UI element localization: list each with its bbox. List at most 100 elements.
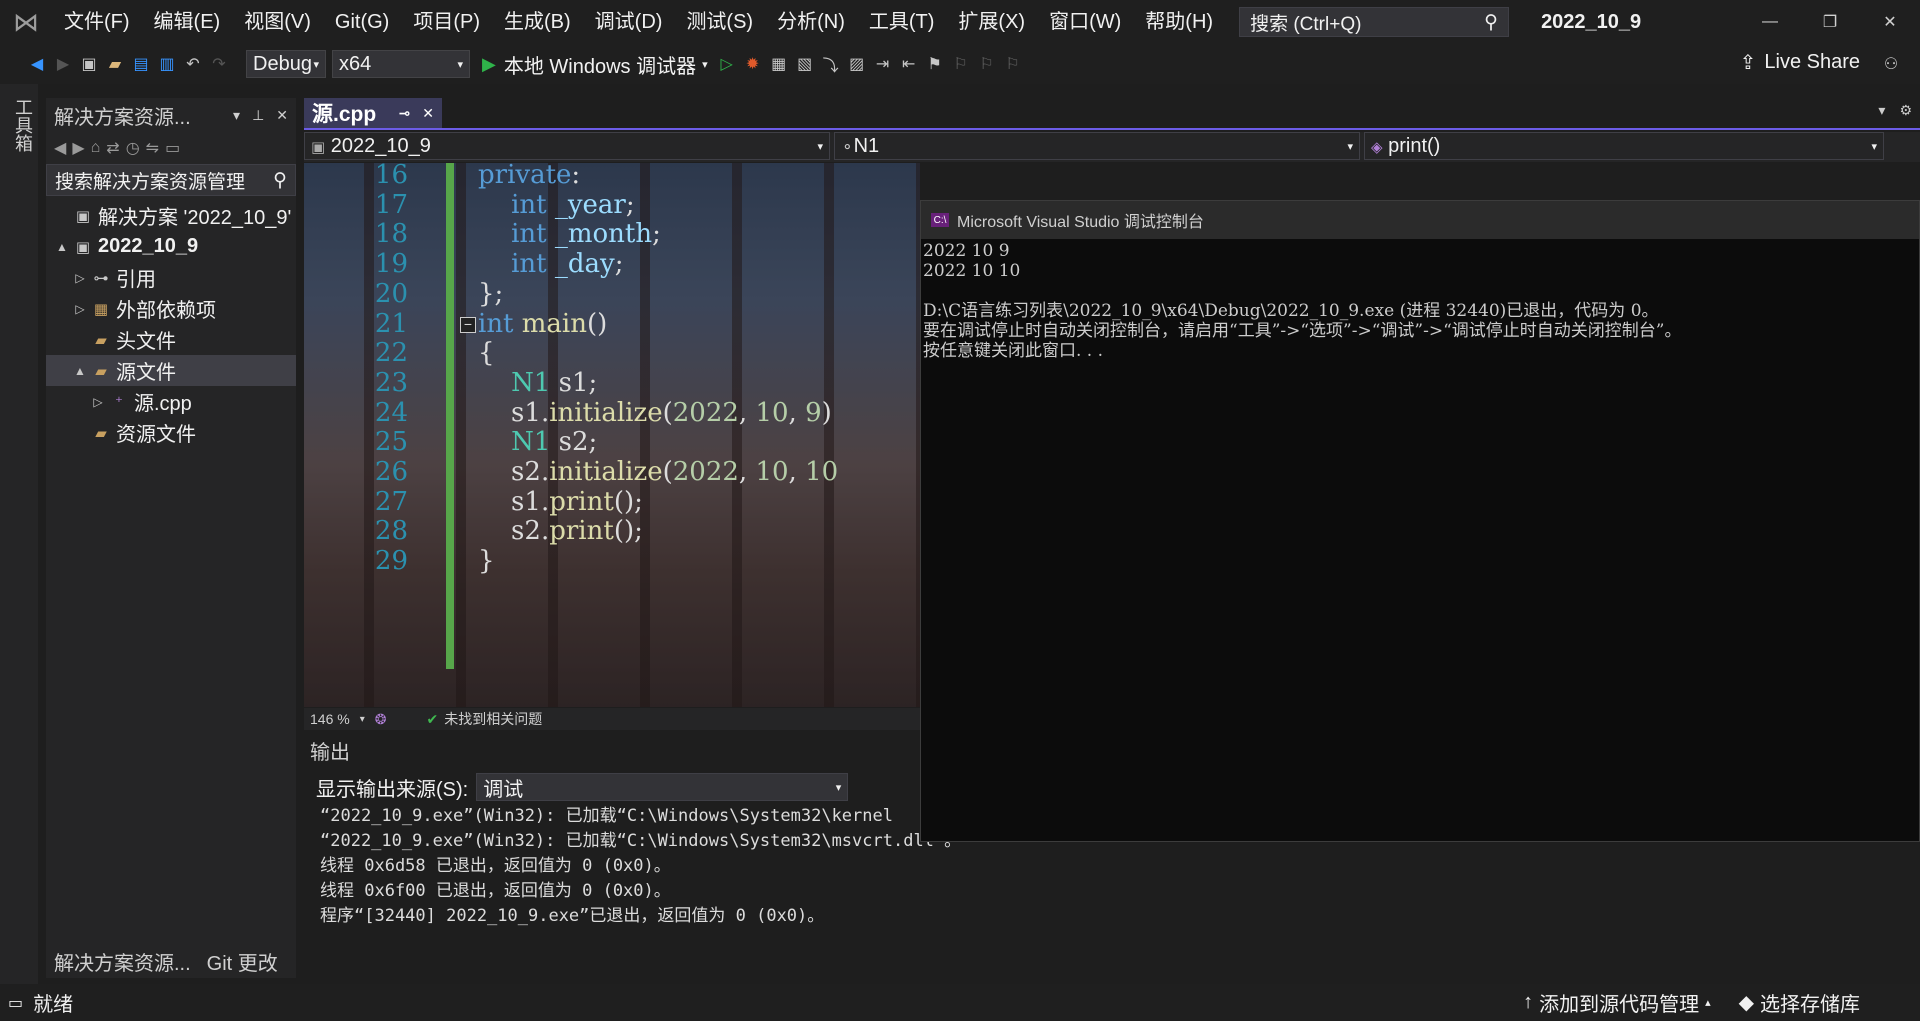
standard-toolbar: ◀ ▶ ▣ ▰ ▤ ▥ ↶ ↷ Debug ▾ x64 ▾ ▶ 本地 Windows… (0, 44, 1920, 84)
status-bar: ▭ 就绪 ↑ 添加到源代码管理 ▴ ◆ 选择存储库 (0, 984, 1920, 1021)
pin-icon[interactable]: ⊸ (399, 105, 411, 122)
console-title: Microsoft Visual Studio 调试控制台 (957, 214, 1204, 231)
menu-item[interactable]: 编辑(E) (142, 0, 233, 44)
tree-item[interactable]: ▰ 头文件 (46, 324, 296, 355)
home-icon[interactable]: ⌂ (91, 139, 101, 157)
chevron-down-icon[interactable]: ▾ (360, 714, 365, 725)
intellicode-icon[interactable]: ❂ (375, 711, 387, 728)
prev-bookmark-icon[interactable]: ⚐ (948, 49, 974, 79)
chevron-down-icon[interactable]: ▾ (233, 107, 240, 124)
toolbar-icon-1[interactable]: ▦ (766, 49, 792, 79)
toolbox-tab[interactable]: 工具箱 (10, 98, 36, 152)
start-without-debugging-icon[interactable]: ▷ (714, 49, 740, 79)
console-text: 2022 10 9 2022 10 10 D:\C语言练习列表\2022_10_9\… (921, 239, 1919, 361)
tree-item[interactable]: ▷ ▦ 外部依赖项 (46, 293, 296, 324)
class-dropdown[interactable]: ⚬N1 ▾ (834, 132, 1360, 160)
expander-icon[interactable]: ▷ (70, 302, 90, 316)
tab-overflow-icon[interactable]: ▾ (1878, 102, 1885, 119)
switch-views-icon[interactable]: ⇄ (106, 138, 119, 158)
member-dropdown[interactable]: ◈ print() ▾ (1364, 132, 1884, 160)
live-share-button[interactable]: ⇪ Live Share (1740, 50, 1860, 75)
bookmark-icon[interactable]: ⚑ (922, 49, 948, 79)
tree-item[interactable]: ▲ ▣ 2022_10_9 (46, 231, 296, 262)
menu-item[interactable]: 扩展(X) (946, 0, 1037, 44)
code-editor[interactable]: 16 private: 17 int _year; 18 int _month; 19 … (304, 163, 920, 707)
comment-icon[interactable]: ⇤ (896, 49, 922, 79)
configuration-dropdown[interactable]: Debug ▾ (246, 50, 326, 78)
step-icon[interactable]: ⤵ (818, 49, 844, 79)
menu-item[interactable]: 测试(S) (674, 0, 765, 44)
sync-icon[interactable]: ⇋ (146, 138, 159, 158)
indent-icon[interactable]: ⇥ (870, 49, 896, 79)
add-source-control-button[interactable]: ↑ 添加到源代码管理 ▴ (1523, 988, 1711, 1017)
new-project-icon[interactable]: ▣ (76, 49, 102, 79)
solution-explorer-search[interactable]: 搜索解决方案资源管理 ⚲ (46, 164, 296, 196)
tab-git-changes[interactable]: Git 更改 (199, 947, 286, 976)
repository-icon: ◆ (1738, 992, 1754, 1014)
menu-item[interactable]: 窗口(W) (1037, 0, 1133, 44)
next-bookmark-icon[interactable]: ⚐ (974, 49, 1000, 79)
select-repo-button[interactable]: ◆ 选择存储库 (1739, 988, 1860, 1017)
tree-item[interactable]: ▰ 资源文件 (46, 417, 296, 448)
collapse-all-icon[interactable]: ▭ (165, 138, 180, 158)
close-icon[interactable]: ✕ (276, 107, 288, 124)
hot-reload-icon[interactable]: ✹ (740, 49, 766, 79)
tab-source-cpp[interactable]: 源.cpp ⊸ ✕ (304, 98, 442, 128)
menu-item[interactable]: 视图(V) (232, 0, 323, 44)
console-title-bar[interactable]: C:\ Microsoft Visual Studio 调试控制台 (921, 201, 1919, 239)
menu-item[interactable]: 生成(B) (492, 0, 583, 44)
restore-button[interactable]: ❐ (1800, 0, 1860, 44)
navigate-back-icon[interactable]: ◀ (24, 49, 50, 79)
menu-item[interactable]: 工具(T) (857, 0, 947, 44)
history-icon[interactable]: ◷ (126, 138, 140, 158)
collapse-region-icon[interactable]: − (460, 317, 476, 333)
tab-solution-explorer[interactable]: 解决方案资源... (46, 947, 199, 976)
project-icon: ▣ (311, 138, 326, 156)
close-window-button[interactable]: ✕ (1860, 0, 1920, 44)
menu-item[interactable]: 分析(N) (765, 0, 857, 44)
start-debugging-label: 本地 Windows 调试器 (503, 55, 697, 78)
output-source-dropdown[interactable]: 调试 ▾ (476, 773, 849, 801)
settings-gear-icon[interactable]: ⚙ (1899, 102, 1912, 119)
document-tab-bar: 源.cpp ⊸ ✕ ▾ ⚙ (304, 98, 1920, 130)
debug-console-window[interactable]: C:\ Microsoft Visual Studio 调试控制台 2022 1… (920, 200, 1920, 842)
save-all-icon[interactable]: ▥ (154, 49, 180, 79)
menu-item[interactable]: 调试(D) (583, 0, 675, 44)
toolbar-icon-2[interactable]: ▧ (792, 49, 818, 79)
expander-icon[interactable]: ▷ (70, 271, 90, 285)
save-icon[interactable]: ▤ (128, 49, 154, 79)
class-value: N1 (853, 134, 880, 157)
feedback-icon[interactable]: ⚇ (1878, 49, 1904, 79)
expander-icon[interactable]: ▲ (70, 364, 90, 378)
tree-item[interactable]: ▷ ⊶ 引用 (46, 262, 296, 293)
toolbar-icon-3[interactable]: ▨ (844, 49, 870, 79)
redo-icon[interactable]: ↷ (206, 49, 232, 79)
chevron-down-icon: ▾ (1871, 140, 1877, 153)
zoom-level[interactable]: 146 % (310, 711, 350, 727)
expander-icon[interactable]: ▲ (52, 240, 72, 254)
expander-icon[interactable]: ▷ (88, 395, 108, 409)
menu-item[interactable]: 项目(P) (401, 0, 492, 44)
undo-icon[interactable]: ↶ (180, 49, 206, 79)
close-icon[interactable]: ✕ (422, 105, 434, 122)
navigate-forward-icon[interactable]: ▶ (50, 49, 76, 79)
platform-dropdown[interactable]: x64 ▾ (332, 50, 470, 78)
scope-dropdown[interactable]: ▣ 2022_10_9 ▾ (304, 132, 830, 160)
menu-item[interactable]: Git(G) (323, 0, 401, 44)
issues-status[interactable]: 未找到相关问题 (444, 709, 542, 729)
tree-item[interactable]: ▷ ⁺ 源.cpp (46, 386, 296, 417)
tree-item[interactable]: ▣ 解决方案 '2022_10_9' (46, 200, 296, 231)
clear-bookmark-icon[interactable]: ⚐ (1000, 49, 1026, 79)
tree-item[interactable]: ▲ ▰ 源文件 (46, 355, 296, 386)
minimize-button[interactable]: — (1740, 0, 1800, 44)
open-file-icon[interactable]: ▰ (102, 49, 128, 79)
search-input[interactable]: 搜索 (Ctrl+Q) ⚲ (1239, 7, 1510, 37)
code-line[interactable]: 29} (304, 543, 920, 579)
back-icon[interactable]: ◀ (54, 138, 66, 158)
menu-item[interactable]: 文件(F) (52, 0, 142, 44)
menu-item[interactable]: 帮助(H) (1133, 0, 1225, 44)
pin-icon[interactable]: ⊥ (252, 107, 264, 124)
forward-icon[interactable]: ▶ (72, 138, 84, 158)
start-debugging-button[interactable]: ▶ 本地 Windows 调试器 ▾ (482, 50, 708, 79)
add-source-control-label: 添加到源代码管理 (1539, 994, 1700, 1016)
